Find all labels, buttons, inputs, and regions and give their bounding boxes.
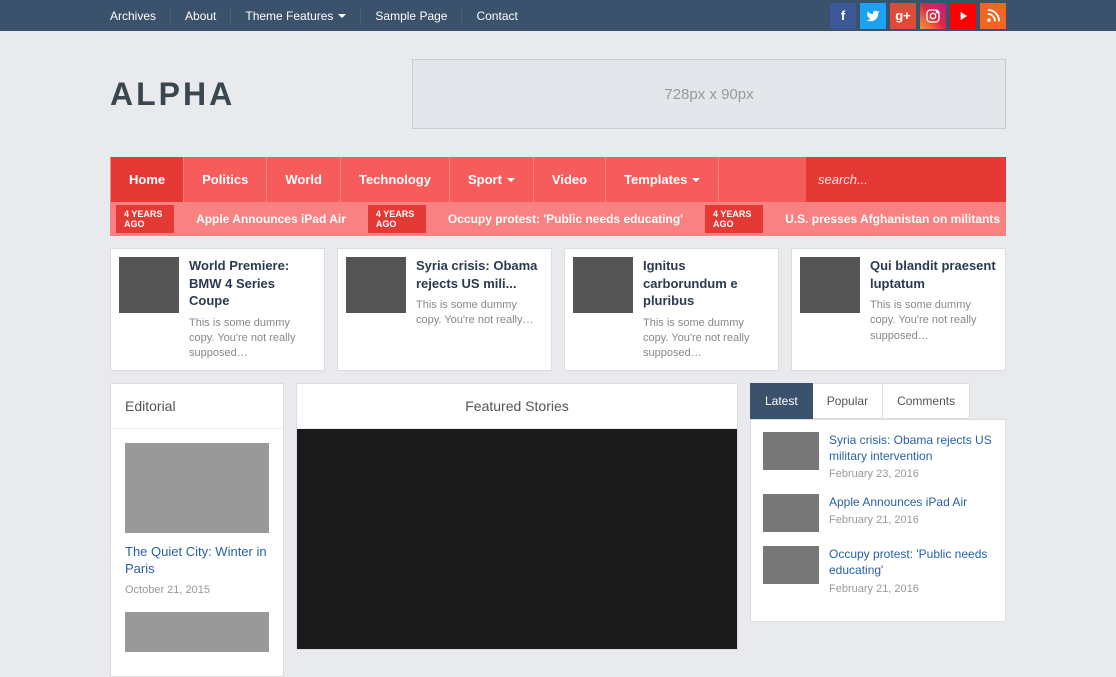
- tab-popular[interactable]: Popular: [813, 383, 883, 419]
- card-image: [346, 257, 406, 313]
- google-plus-icon[interactable]: g+: [890, 3, 916, 29]
- editorial-item: The Quiet City: Winter in Paris October 2…: [125, 443, 269, 596]
- featured-card[interactable]: Qui blandit praesent luptatum This is som…: [791, 248, 1006, 371]
- card-desc: This is some dummy copy. You're not real…: [870, 298, 997, 344]
- nav-video[interactable]: Video: [534, 157, 606, 202]
- ad-placeholder[interactable]: 728px x 90px: [412, 59, 1006, 129]
- top-bar: ArchivesAboutTheme FeaturesSample PageCo…: [0, 0, 1116, 31]
- latest-list: Syria crisis: Obama rejects US military …: [750, 419, 1006, 622]
- topnav-archives[interactable]: Archives: [110, 9, 170, 23]
- featured-card[interactable]: Ignitus carborundum e pluribus This is so…: [564, 248, 779, 371]
- list-date: February 21, 2016: [829, 514, 967, 526]
- card-desc: This is some dummy copy. You're not real…: [189, 316, 316, 362]
- editorial-panel: Editorial The Quiet City: Winter in Pari…: [110, 383, 284, 677]
- topnav-sample-page[interactable]: Sample Page: [360, 9, 461, 23]
- nav-sport[interactable]: Sport: [450, 157, 534, 202]
- rss-icon[interactable]: [980, 3, 1006, 29]
- list-title[interactable]: Occupy protest: 'Public needs educating': [829, 546, 993, 578]
- list-title[interactable]: Syria crisis: Obama rejects US military …: [829, 432, 993, 464]
- list-item: Apple Announces iPad Air February 21, 201…: [763, 494, 993, 532]
- list-title[interactable]: Apple Announces iPad Air: [829, 494, 967, 510]
- social-icons: f g+: [830, 3, 1006, 29]
- card-desc: This is some dummy copy. You're not real…: [643, 316, 770, 362]
- youtube-icon[interactable]: [950, 3, 976, 29]
- main-nav: HomePoliticsWorldTechnologySportVideoTem…: [110, 157, 1006, 202]
- instagram-icon[interactable]: [920, 3, 946, 29]
- tab-comments[interactable]: Comments: [883, 383, 970, 419]
- nav-world[interactable]: World: [267, 157, 341, 202]
- list-thumb[interactable]: [763, 546, 819, 584]
- editorial-image[interactable]: [125, 443, 269, 533]
- list-item: Syria crisis: Obama rejects US military …: [763, 432, 993, 480]
- list-item: Occupy protest: 'Public needs educating'…: [763, 546, 993, 594]
- nav-home[interactable]: Home: [110, 157, 184, 202]
- ticker-badge: 4 YEARS AGO: [705, 205, 763, 233]
- card-title[interactable]: Qui blandit praesent luptatum: [870, 257, 997, 292]
- top-nav: ArchivesAboutTheme FeaturesSample PageCo…: [110, 9, 532, 23]
- nav-technology[interactable]: Technology: [341, 157, 450, 202]
- editorial-image[interactable]: [125, 612, 269, 652]
- ticker-headline[interactable]: U.S. presses Afghanistan on militants: [785, 212, 1000, 226]
- nav-politics[interactable]: Politics: [184, 157, 267, 202]
- site-logo[interactable]: ALPHA: [110, 76, 235, 113]
- search-box[interactable]: [806, 157, 1006, 202]
- ticker-badge: 4 YEARS AGO: [116, 205, 174, 233]
- editorial-title[interactable]: The Quiet City: Winter in Paris: [125, 543, 269, 578]
- ticker-headline[interactable]: Apple Announces iPad Air: [196, 212, 346, 226]
- tab-latest[interactable]: Latest: [750, 383, 813, 419]
- featured-card[interactable]: World Premiere: BMW 4 Series Coupe This i…: [110, 248, 325, 371]
- editorial-heading: Editorial: [111, 384, 283, 429]
- chevron-down-icon: [507, 178, 515, 182]
- header: ALPHA 728px x 90px: [0, 31, 1116, 157]
- twitter-icon[interactable]: [860, 3, 886, 29]
- card-image: [119, 257, 179, 313]
- nav-templates[interactable]: Templates: [606, 157, 719, 202]
- list-thumb[interactable]: [763, 494, 819, 532]
- search-input[interactable]: [818, 172, 996, 187]
- ticker-badge: 4 YEARS AGO: [368, 205, 426, 233]
- sidebar-tabs: LatestPopularComments: [750, 383, 1006, 419]
- list-date: February 23, 2016: [829, 468, 993, 480]
- featured-panel: Featured Stories: [296, 383, 738, 650]
- card-desc: This is some dummy copy. You're not real…: [416, 298, 543, 329]
- news-ticker: 4 YEARS AGO Apple Announces iPad Air 4 YEA…: [110, 202, 1006, 236]
- card-image: [573, 257, 633, 313]
- card-title[interactable]: Ignitus carborundum e pluribus: [643, 257, 770, 310]
- featured-card[interactable]: Syria crisis: Obama rejects US mili... Th…: [337, 248, 552, 371]
- featured-heading: Featured Stories: [297, 384, 737, 429]
- editorial-date: October 21, 2015: [125, 584, 269, 596]
- list-thumb[interactable]: [763, 432, 819, 470]
- list-date: February 21, 2016: [829, 583, 993, 595]
- featured-cards: World Premiere: BMW 4 Series Coupe This i…: [110, 248, 1006, 371]
- card-image: [800, 257, 860, 313]
- ticker-headline[interactable]: Occupy protest: 'Public needs educating': [448, 212, 683, 226]
- topnav-contact[interactable]: Contact: [461, 9, 531, 23]
- facebook-icon[interactable]: f: [830, 3, 856, 29]
- chevron-down-icon: [338, 14, 346, 18]
- card-title[interactable]: Syria crisis: Obama rejects US mili...: [416, 257, 543, 292]
- topnav-theme-features[interactable]: Theme Features: [230, 9, 360, 23]
- chevron-down-icon: [692, 178, 700, 182]
- topnav-about[interactable]: About: [170, 9, 230, 23]
- featured-hero-image[interactable]: [297, 429, 737, 649]
- card-title[interactable]: World Premiere: BMW 4 Series Coupe: [189, 257, 316, 310]
